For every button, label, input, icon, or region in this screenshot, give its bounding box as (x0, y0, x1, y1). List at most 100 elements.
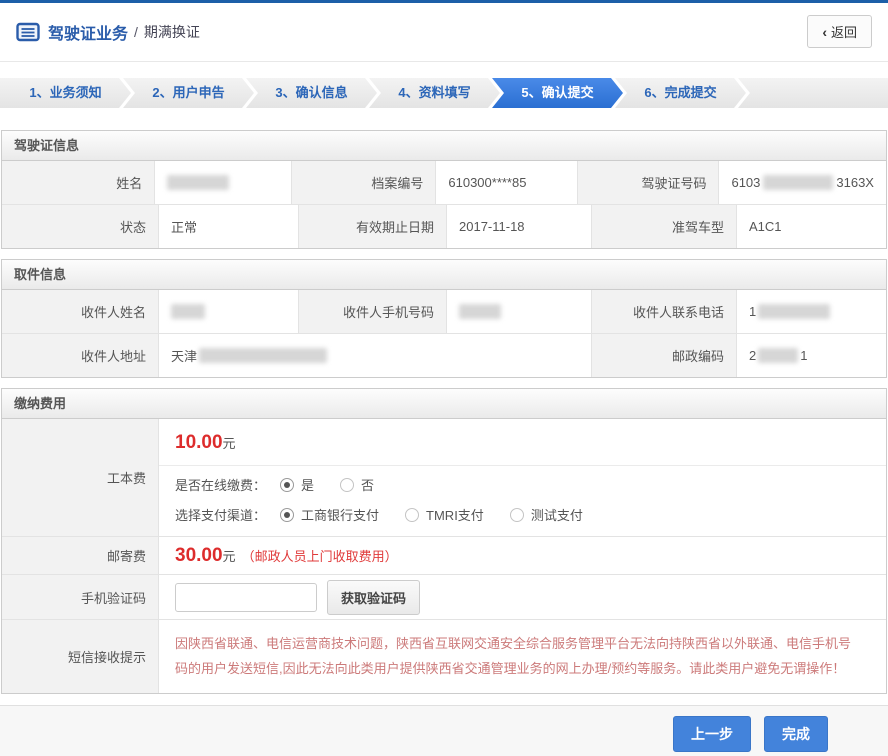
step-item-4: 4、资料填写 (369, 78, 500, 108)
captcha-row: 手机验证码 获取验证码 (2, 574, 886, 619)
radio-label: 测试支付 (531, 505, 583, 524)
finish-button[interactable]: 完成 (764, 716, 828, 752)
pay-channel-question: 选择支付渠道： (175, 505, 266, 524)
radio-online-pay-no[interactable]: 否 (340, 475, 374, 494)
postal-code-label: 邮政编码 (592, 334, 737, 377)
recipient-address-prefix: 天津 (171, 346, 197, 365)
license-section-title: 驾驶证信息 (2, 131, 886, 161)
sms-hint-label: 短信接收提示 (2, 620, 159, 693)
redacted-value (167, 175, 229, 190)
postal-code-suffix: 1 (800, 348, 807, 363)
radio-label: 是 (301, 475, 314, 494)
radio-icon (340, 478, 354, 492)
postage-row: 邮寄费 30.00元 （邮政人员上门收取费用） (2, 536, 886, 574)
get-captcha-button[interactable]: 获取验证码 (327, 580, 420, 615)
page-header: 驾驶证业务 / 期满换证 ‹ 返回 (0, 3, 888, 62)
redacted-value (199, 348, 327, 363)
recipient-name-value (159, 290, 299, 333)
vehicle-type-label: 准驾车型 (592, 205, 737, 248)
back-button[interactable]: ‹ 返回 (807, 15, 872, 48)
breadcrumb-separator: / (134, 24, 138, 40)
radio-channel-tmri[interactable]: TMRI支付 (405, 505, 484, 524)
radio-label: 工商银行支付 (301, 505, 379, 524)
postal-code-value: 2 1 (737, 334, 886, 377)
pickup-section-title: 取件信息 (2, 260, 886, 290)
fee-price-line: 10.00元 (159, 419, 886, 465)
fee-row: 工本费 10.00元 是否在线缴费： 是 否 选择支付渠道： (2, 419, 886, 536)
table-row: 收件人姓名 收件人手机号码 收件人联系电话 1 (2, 290, 886, 333)
payment-section-title: 缴纳费用 (2, 389, 886, 419)
recipient-address-value: 天津 (159, 334, 592, 377)
online-pay-question: 是否在线缴费： (175, 475, 266, 494)
recipient-mobile-label: 收件人手机号码 (299, 290, 447, 333)
table-row: 收件人地址 天津 邮政编码 2 1 (2, 333, 886, 377)
vehicle-type-value: A1C1 (737, 205, 886, 248)
fee-label: 工本费 (2, 419, 159, 536)
redacted-value (459, 304, 501, 319)
radio-label: 否 (361, 475, 374, 494)
postage-amount: 30.00 (175, 545, 223, 567)
pickup-info-section: 取件信息 收件人姓名 收件人手机号码 收件人联系电话 1 收件人地址 天津 邮政… (1, 259, 887, 378)
table-row: 状态 正常 有效期止日期 2017-11-18 准驾车型 A1C1 (2, 204, 886, 248)
radio-icon (280, 508, 294, 522)
recipient-name-label: 收件人姓名 (2, 290, 159, 333)
pay-channel-line: 选择支付渠道： 工商银行支付 TMRI支付 测试支付 (159, 496, 886, 536)
postage-content: 30.00元 （邮政人员上门收取费用） (159, 537, 886, 574)
recipient-address-label: 收件人地址 (2, 334, 159, 377)
fee-amount: 10.00 (175, 432, 223, 453)
postage-label: 邮寄费 (2, 537, 159, 574)
recipient-phone-label: 收件人联系电话 (592, 290, 737, 333)
radio-online-pay-yes[interactable]: 是 (280, 475, 314, 494)
status-label: 状态 (2, 205, 159, 248)
redacted-value (758, 348, 798, 363)
radio-icon (405, 508, 419, 522)
expiry-date-label: 有效期止日期 (299, 205, 447, 248)
page-subtitle: 期满换证 (144, 22, 200, 42)
radio-channel-icbc[interactable]: 工商银行支付 (280, 505, 379, 524)
sms-hint-text: 因陕西省联通、电信运营商技术问题，陕西省互联网交通安全综合服务管理平台无法向持陕… (159, 620, 886, 693)
step-item-5-active: 5、确认提交 (492, 78, 623, 108)
status-value: 正常 (159, 205, 299, 248)
file-number-label: 档案编号 (292, 161, 436, 204)
captcha-content: 获取验证码 (159, 575, 886, 619)
fee-content: 10.00元 是否在线缴费： 是 否 选择支付渠道： 工商银行支付 (159, 419, 886, 536)
fee-unit: 元 (223, 436, 236, 451)
chevron-left-icon: ‹ (822, 25, 827, 39)
page-title: 驾驶证业务 (48, 20, 128, 44)
form-list-icon (16, 22, 40, 42)
captcha-input[interactable] (175, 583, 317, 612)
online-pay-line: 是否在线缴费： 是 否 (159, 466, 886, 496)
postage-note: （邮政人员上门收取费用） (242, 546, 398, 565)
radio-label: TMRI支付 (426, 505, 484, 524)
license-info-section: 驾驶证信息 姓名 档案编号 610300****85 驾驶证号码 6103 31… (1, 130, 887, 249)
payment-section: 缴纳费用 工本费 10.00元 是否在线缴费： 是 否 选择支付渠道： (1, 388, 887, 694)
redacted-value (763, 175, 833, 190)
recipient-mobile-value (447, 290, 592, 333)
redacted-value (758, 304, 830, 319)
license-number-value: 6103 3163X (719, 161, 886, 204)
recipient-phone-value: 1 (737, 290, 886, 333)
recipient-phone-prefix: 1 (749, 304, 756, 319)
prev-step-button[interactable]: 上一步 (673, 716, 751, 752)
step-navigation: 1、业务须知 2、用户申告 3、确认信息 4、资料填写 5、确认提交 6、完成提… (0, 78, 888, 108)
license-number-label: 驾驶证号码 (578, 161, 720, 204)
radio-channel-test[interactable]: 测试支付 (510, 505, 583, 524)
footer-action-bar: 上一步 完成 (0, 705, 888, 756)
step-item-3: 3、确认信息 (246, 78, 377, 108)
step-item-1: 1、业务须知 (0, 78, 131, 108)
file-number-value: 610300****85 (436, 161, 578, 204)
license-number-suffix: 3163X (836, 175, 874, 190)
step-item-6: 6、完成提交 (615, 78, 746, 108)
name-value (155, 161, 292, 204)
radio-icon (510, 508, 524, 522)
captcha-label: 手机验证码 (2, 575, 159, 619)
expiry-date-value: 2017-11-18 (447, 205, 592, 248)
postal-code-prefix: 2 (749, 348, 756, 363)
sms-hint-row: 短信接收提示 因陕西省联通、电信运营商技术问题，陕西省互联网交通安全综合服务管理… (2, 619, 886, 693)
name-label: 姓名 (2, 161, 155, 204)
license-number-prefix: 6103 (731, 175, 760, 190)
radio-icon (280, 478, 294, 492)
step-item-2: 2、用户申告 (123, 78, 254, 108)
redacted-value (171, 304, 205, 319)
back-button-label: 返回 (831, 22, 857, 41)
